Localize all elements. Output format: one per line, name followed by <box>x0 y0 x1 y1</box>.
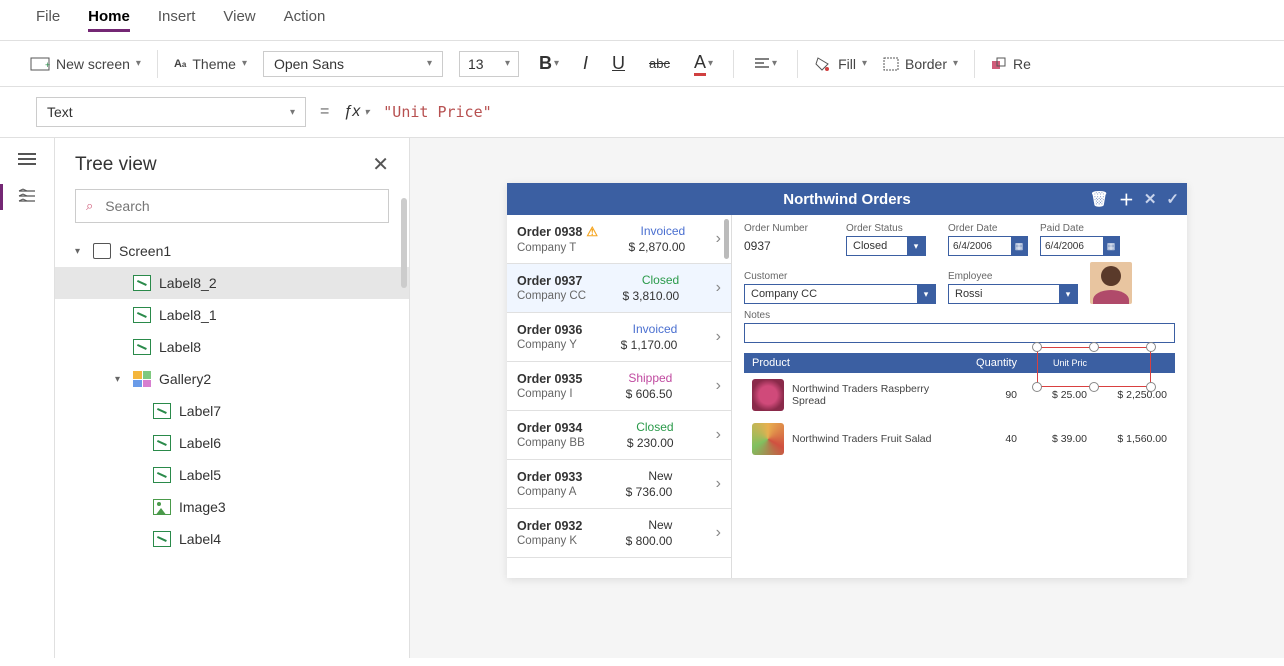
main: Tree view ✕ ⌕ ▾Screen1Label8_2Label8_1La… <box>0 137 1284 658</box>
sidebar-title: Tree view <box>75 154 157 176</box>
order-number-label: Order Number <box>744 223 834 234</box>
fx-button[interactable]: ƒx▾ <box>343 103 369 121</box>
order-status-label: Order Status <box>846 223 936 234</box>
new-screen-button[interactable]: + New screen▾ <box>30 56 141 72</box>
list-scrollbar[interactable] <box>724 219 729 259</box>
close-icon[interactable]: ✕ <box>372 152 389 177</box>
tree-item-label8[interactable]: Label8 <box>55 331 409 363</box>
menu-view[interactable]: View <box>223 8 255 32</box>
paid-date-input[interactable]: 6/4/2006▦ <box>1040 236 1120 256</box>
fill-button[interactable]: Fill▾ <box>814 56 867 72</box>
paid-date-label: Paid Date <box>1040 223 1120 234</box>
menu-file[interactable]: File <box>36 8 60 32</box>
tree-item-label5[interactable]: Label5 <box>55 459 409 491</box>
menu-insert[interactable]: Insert <box>158 8 196 32</box>
order-row[interactable]: Order 0932Company KNew$ 800.00› <box>507 509 731 558</box>
reorder-button[interactable]: Re <box>991 56 1031 72</box>
tree: ▾Screen1Label8_2Label8_1Label8▾Gallery2L… <box>55 235 409 658</box>
order-row[interactable]: Order 0933Company ANew$ 736.00› <box>507 460 731 509</box>
tree-item-label7[interactable]: Label7 <box>55 395 409 427</box>
bold-button[interactable]: B▾ <box>535 53 563 74</box>
search-box[interactable]: ⌕ <box>75 189 389 223</box>
avatar <box>1090 262 1132 304</box>
formula-input[interactable]: "Unit Price" <box>383 103 1248 121</box>
font-select[interactable]: Open Sans▾ <box>263 51 443 77</box>
order-row[interactable]: Order 0935Company IShipped$ 606.50› <box>507 362 731 411</box>
check-icon[interactable]: ✓ <box>1166 190 1179 208</box>
menu-action[interactable]: Action <box>284 8 326 32</box>
border-button[interactable]: Border▾ <box>883 56 958 72</box>
sidebar: Tree view ✕ ⌕ ▾Screen1Label8_2Label8_1La… <box>55 138 410 658</box>
theme-button[interactable]: Aa Theme▾ <box>174 56 247 72</box>
order-number-value: 0937 <box>744 236 834 256</box>
tree-item-label4[interactable]: Label4 <box>55 523 409 555</box>
canvas: Northwind Orders 🗑 ＋ ✕ ✓ Order 0938 ⚠Com… <box>410 138 1284 658</box>
order-date-label: Order Date <box>948 223 1028 234</box>
equals-sign: = <box>320 103 329 121</box>
tree-item-gallery2[interactable]: ▾Gallery2 <box>55 363 409 395</box>
tree-item-image3[interactable]: Image3 <box>55 491 409 523</box>
underline-button[interactable]: U <box>608 53 629 74</box>
employee-label: Employee <box>948 271 1078 282</box>
font-size-select[interactable]: 13▾ <box>459 51 519 77</box>
italic-button[interactable]: I <box>579 53 592 74</box>
order-row[interactable]: Order 0934Company BBClosed$ 230.00› <box>507 411 731 460</box>
tree-item-label8_2[interactable]: Label8_2 <box>55 267 409 299</box>
left-rail <box>0 138 55 658</box>
strike-button[interactable]: abc <box>645 56 674 71</box>
toolbar: + New screen▾ Aa Theme▾ Open Sans▾ 13▾ B… <box>0 41 1284 87</box>
notes-input[interactable] <box>744 323 1175 343</box>
search-input[interactable] <box>103 197 378 215</box>
notes-label: Notes <box>744 310 1175 321</box>
product-header: Product Quantity Unit Pric <box>744 353 1175 373</box>
order-date-input[interactable]: 6/4/2006▦ <box>948 236 1028 256</box>
order-row[interactable]: Order 0936Company YInvoiced$ 1,170.00› <box>507 313 731 362</box>
tree-item-label6[interactable]: Label6 <box>55 427 409 459</box>
cancel-icon[interactable]: ✕ <box>1144 190 1157 208</box>
order-row[interactable]: Order 0938 ⚠Company TInvoiced$ 2,870.00› <box>507 215 731 264</box>
employee-select[interactable]: Rossi▾ <box>948 284 1078 304</box>
order-list[interactable]: Order 0938 ⚠Company TInvoiced$ 2,870.00›… <box>507 215 732 578</box>
hamburger-icon[interactable] <box>18 152 36 166</box>
trash-icon[interactable]: 🗑 <box>1090 190 1109 208</box>
customer-select[interactable]: Company CC▾ <box>744 284 936 304</box>
customer-label: Customer <box>744 271 936 282</box>
tree-view-icon[interactable] <box>18 188 36 204</box>
selection-box[interactable] <box>1037 347 1151 387</box>
svg-text:+: + <box>45 60 50 70</box>
menu-bar: File Home Insert View Action <box>0 0 1284 41</box>
align-button[interactable]: ▾ <box>750 57 781 71</box>
property-select[interactable]: Text▾ <box>36 97 306 127</box>
font-color-button[interactable]: A▾ <box>690 52 717 76</box>
order-row[interactable]: Order 0937Company CCClosed$ 3,810.00› <box>507 264 731 313</box>
plus-icon[interactable]: ＋ <box>1119 189 1134 210</box>
tree-item-label8_1[interactable]: Label8_1 <box>55 299 409 331</box>
tree-item-screen1[interactable]: ▾Screen1 <box>55 235 409 267</box>
scrollbar[interactable] <box>401 198 407 288</box>
search-icon: ⌕ <box>86 198 93 214</box>
app-frame: Northwind Orders 🗑 ＋ ✕ ✓ Order 0938 ⚠Com… <box>507 183 1187 578</box>
order-detail: Order Number 0937 Order Status Closed▾ O… <box>732 215 1187 578</box>
app-title-bar: Northwind Orders 🗑 ＋ ✕ ✓ <box>507 183 1187 215</box>
formula-bar: Text▾ = ƒx▾ "Unit Price" <box>0 87 1284 137</box>
product-row: Northwind Traders Fruit Salad40$ 39.00$ … <box>744 417 1175 461</box>
menu-home[interactable]: Home <box>88 8 130 32</box>
order-status-select[interactable]: Closed▾ <box>846 236 926 256</box>
